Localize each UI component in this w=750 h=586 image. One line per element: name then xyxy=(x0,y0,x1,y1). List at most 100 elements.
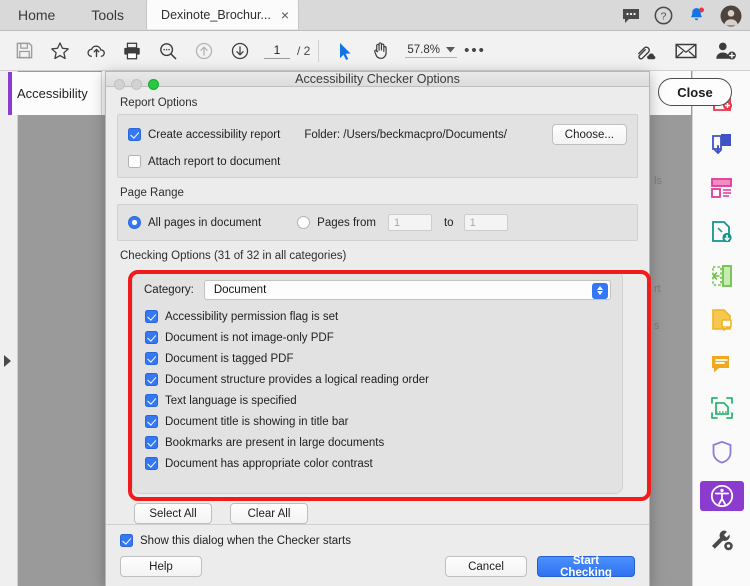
ghost-text-2: rt xyxy=(654,283,661,295)
check-item-5: Document title is showing in title bar xyxy=(145,415,611,428)
chat-icon[interactable] xyxy=(622,8,640,24)
check-item-0-checkbox[interactable] xyxy=(145,310,158,323)
show-dialog-row: Show this dialog when the Checker starts xyxy=(120,534,635,547)
category-select[interactable]: Document xyxy=(203,280,611,300)
user-avatar[interactable] xyxy=(720,5,742,27)
attach-report-checkbox[interactable] xyxy=(128,155,141,168)
rail-export-pdf[interactable] xyxy=(700,217,744,247)
next-page-icon[interactable] xyxy=(222,34,258,68)
start-checking-button[interactable]: Start Checking xyxy=(537,555,635,579)
rail-combine-files[interactable] xyxy=(700,129,744,159)
rail-scan-ocr[interactable] xyxy=(700,393,744,423)
rail-accessibility[interactable] xyxy=(699,481,744,511)
dialog-primary-actions: Cancel Start Checking xyxy=(445,555,635,579)
category-row: Category: Document xyxy=(144,280,611,300)
checking-options-label: Checking Options (31 of 32 in all catego… xyxy=(120,250,347,262)
menu-home[interactable]: Home xyxy=(0,0,73,30)
dialog-footer: Show this dialog when the Checker starts… xyxy=(106,524,649,586)
more-options-button[interactable]: ••• xyxy=(457,34,493,68)
check-item-1-checkbox[interactable] xyxy=(145,331,158,344)
print-icon[interactable] xyxy=(114,34,150,68)
page-range-panel: All pages in document Pages from to xyxy=(117,204,638,241)
show-dialog-checkbox[interactable] xyxy=(120,534,133,547)
all-pages-label: All pages in document xyxy=(148,216,262,229)
cursor-arrow-icon[interactable] xyxy=(327,34,363,68)
check-item-3-checkbox[interactable] xyxy=(145,373,158,386)
rail-edit-pdf[interactable] xyxy=(700,261,744,291)
accessibility-tab-accent xyxy=(8,72,12,115)
pages-from-input[interactable] xyxy=(387,214,432,231)
check-item-1: Document is not image-only PDF xyxy=(145,331,611,344)
document-tab-title: Dexinote_Brochur... xyxy=(161,7,271,22)
page-range-label: Page Range xyxy=(120,187,184,199)
save-icon[interactable] xyxy=(6,34,42,68)
email-icon[interactable] xyxy=(668,34,704,68)
toolbar-left-group: / 2 57.8% ••• xyxy=(0,34,493,68)
report-options-label: Report Options xyxy=(120,97,198,109)
report-folder-path: Folder: /Users/beckmacpro/Documents/ xyxy=(304,128,507,141)
help-button[interactable]: Help xyxy=(120,556,202,577)
help-icon[interactable]: ? xyxy=(654,6,673,25)
accessibility-tab-label: Accessibility xyxy=(17,86,88,101)
zoom-level-value: 57.8% xyxy=(407,43,440,56)
check-item-6-label: Bookmarks are present in large documents xyxy=(165,436,385,449)
check-item-7: Document has appropriate color contrast xyxy=(145,457,611,470)
choose-folder-button[interactable]: Choose... xyxy=(551,124,627,145)
accessibility-panel-tab[interactable]: Accessibility xyxy=(8,72,102,115)
hand-icon[interactable] xyxy=(363,34,399,68)
svg-text:?: ? xyxy=(661,12,667,23)
rail-tool-wrench[interactable] xyxy=(700,525,744,555)
check-item-2: Document is tagged PDF xyxy=(145,352,611,365)
rail-protect[interactable] xyxy=(700,437,744,467)
all-pages-radio[interactable] xyxy=(128,216,141,229)
attach-report-row: Attach report to document xyxy=(128,155,627,168)
checking-options-wrap: Category: Document Accessibility permiss… xyxy=(117,270,651,524)
tools-rail xyxy=(692,71,750,586)
upload-cloud-icon[interactable] xyxy=(78,34,114,68)
pages-from-radio[interactable] xyxy=(297,216,311,229)
rail-fill-sign[interactable] xyxy=(700,349,744,379)
toolbar-divider-1 xyxy=(318,39,320,62)
menu-tools[interactable]: Tools xyxy=(73,0,142,30)
add-person-icon[interactable] xyxy=(708,34,744,68)
page-total-label: / 2 xyxy=(297,43,311,58)
report-options-panel: Create accessibility report Folder: /Use… xyxy=(117,114,638,178)
pages-from-label: Pages from xyxy=(317,216,376,229)
chevron-updown-icon[interactable] xyxy=(592,282,608,299)
page-number-input[interactable] xyxy=(264,42,290,59)
category-value: Document xyxy=(213,284,267,296)
create-accessibility-report-checkbox[interactable] xyxy=(128,128,141,141)
clear-all-button[interactable]: Clear All xyxy=(230,503,308,524)
checking-options-panel: Category: Document Accessibility permiss… xyxy=(132,270,623,494)
ghost-text-1: ls xyxy=(654,175,662,187)
rail-comment[interactable] xyxy=(700,305,744,335)
dialog-action-row: Help Cancel Start Checking xyxy=(120,555,635,579)
check-item-4-checkbox[interactable] xyxy=(145,394,158,407)
check-item-3: Document structure provides a logical re… xyxy=(145,373,611,386)
check-item-0: Accessibility permission flag is set xyxy=(145,310,611,323)
search-icon[interactable] xyxy=(150,34,186,68)
check-item-6-checkbox[interactable] xyxy=(145,436,158,449)
check-item-0-label: Accessibility permission flag is set xyxy=(165,310,339,323)
select-all-button[interactable]: Select All xyxy=(134,503,212,524)
dialog-title: Accessibility Checker Options xyxy=(295,72,460,86)
rail-organize-pages[interactable] xyxy=(700,173,744,203)
previous-page-icon[interactable] xyxy=(186,34,222,68)
pages-to-input[interactable] xyxy=(463,214,508,231)
star-icon[interactable] xyxy=(42,34,78,68)
dialog-body: Report Options Create accessibility repo… xyxy=(106,87,651,524)
document-tab[interactable]: Dexinote_Brochur... × xyxy=(146,0,300,30)
close-tab-icon[interactable]: × xyxy=(281,8,289,22)
notifications-bell-icon[interactable] xyxy=(687,6,706,25)
create-accessibility-report-label: Create accessibility report xyxy=(148,128,281,141)
share-link-icon[interactable] xyxy=(628,34,664,68)
zoom-control[interactable]: 57.8% xyxy=(405,44,457,58)
check-item-5-checkbox[interactable] xyxy=(145,415,158,428)
pages-to-label: to xyxy=(443,216,454,229)
expand-panel-arrow[interactable] xyxy=(4,355,11,367)
cancel-button[interactable]: Cancel xyxy=(445,556,527,577)
check-item-7-checkbox[interactable] xyxy=(145,457,158,470)
attach-report-label: Attach report to document xyxy=(148,155,281,168)
check-item-2-checkbox[interactable] xyxy=(145,352,158,365)
close-button[interactable]: Close xyxy=(658,78,732,106)
